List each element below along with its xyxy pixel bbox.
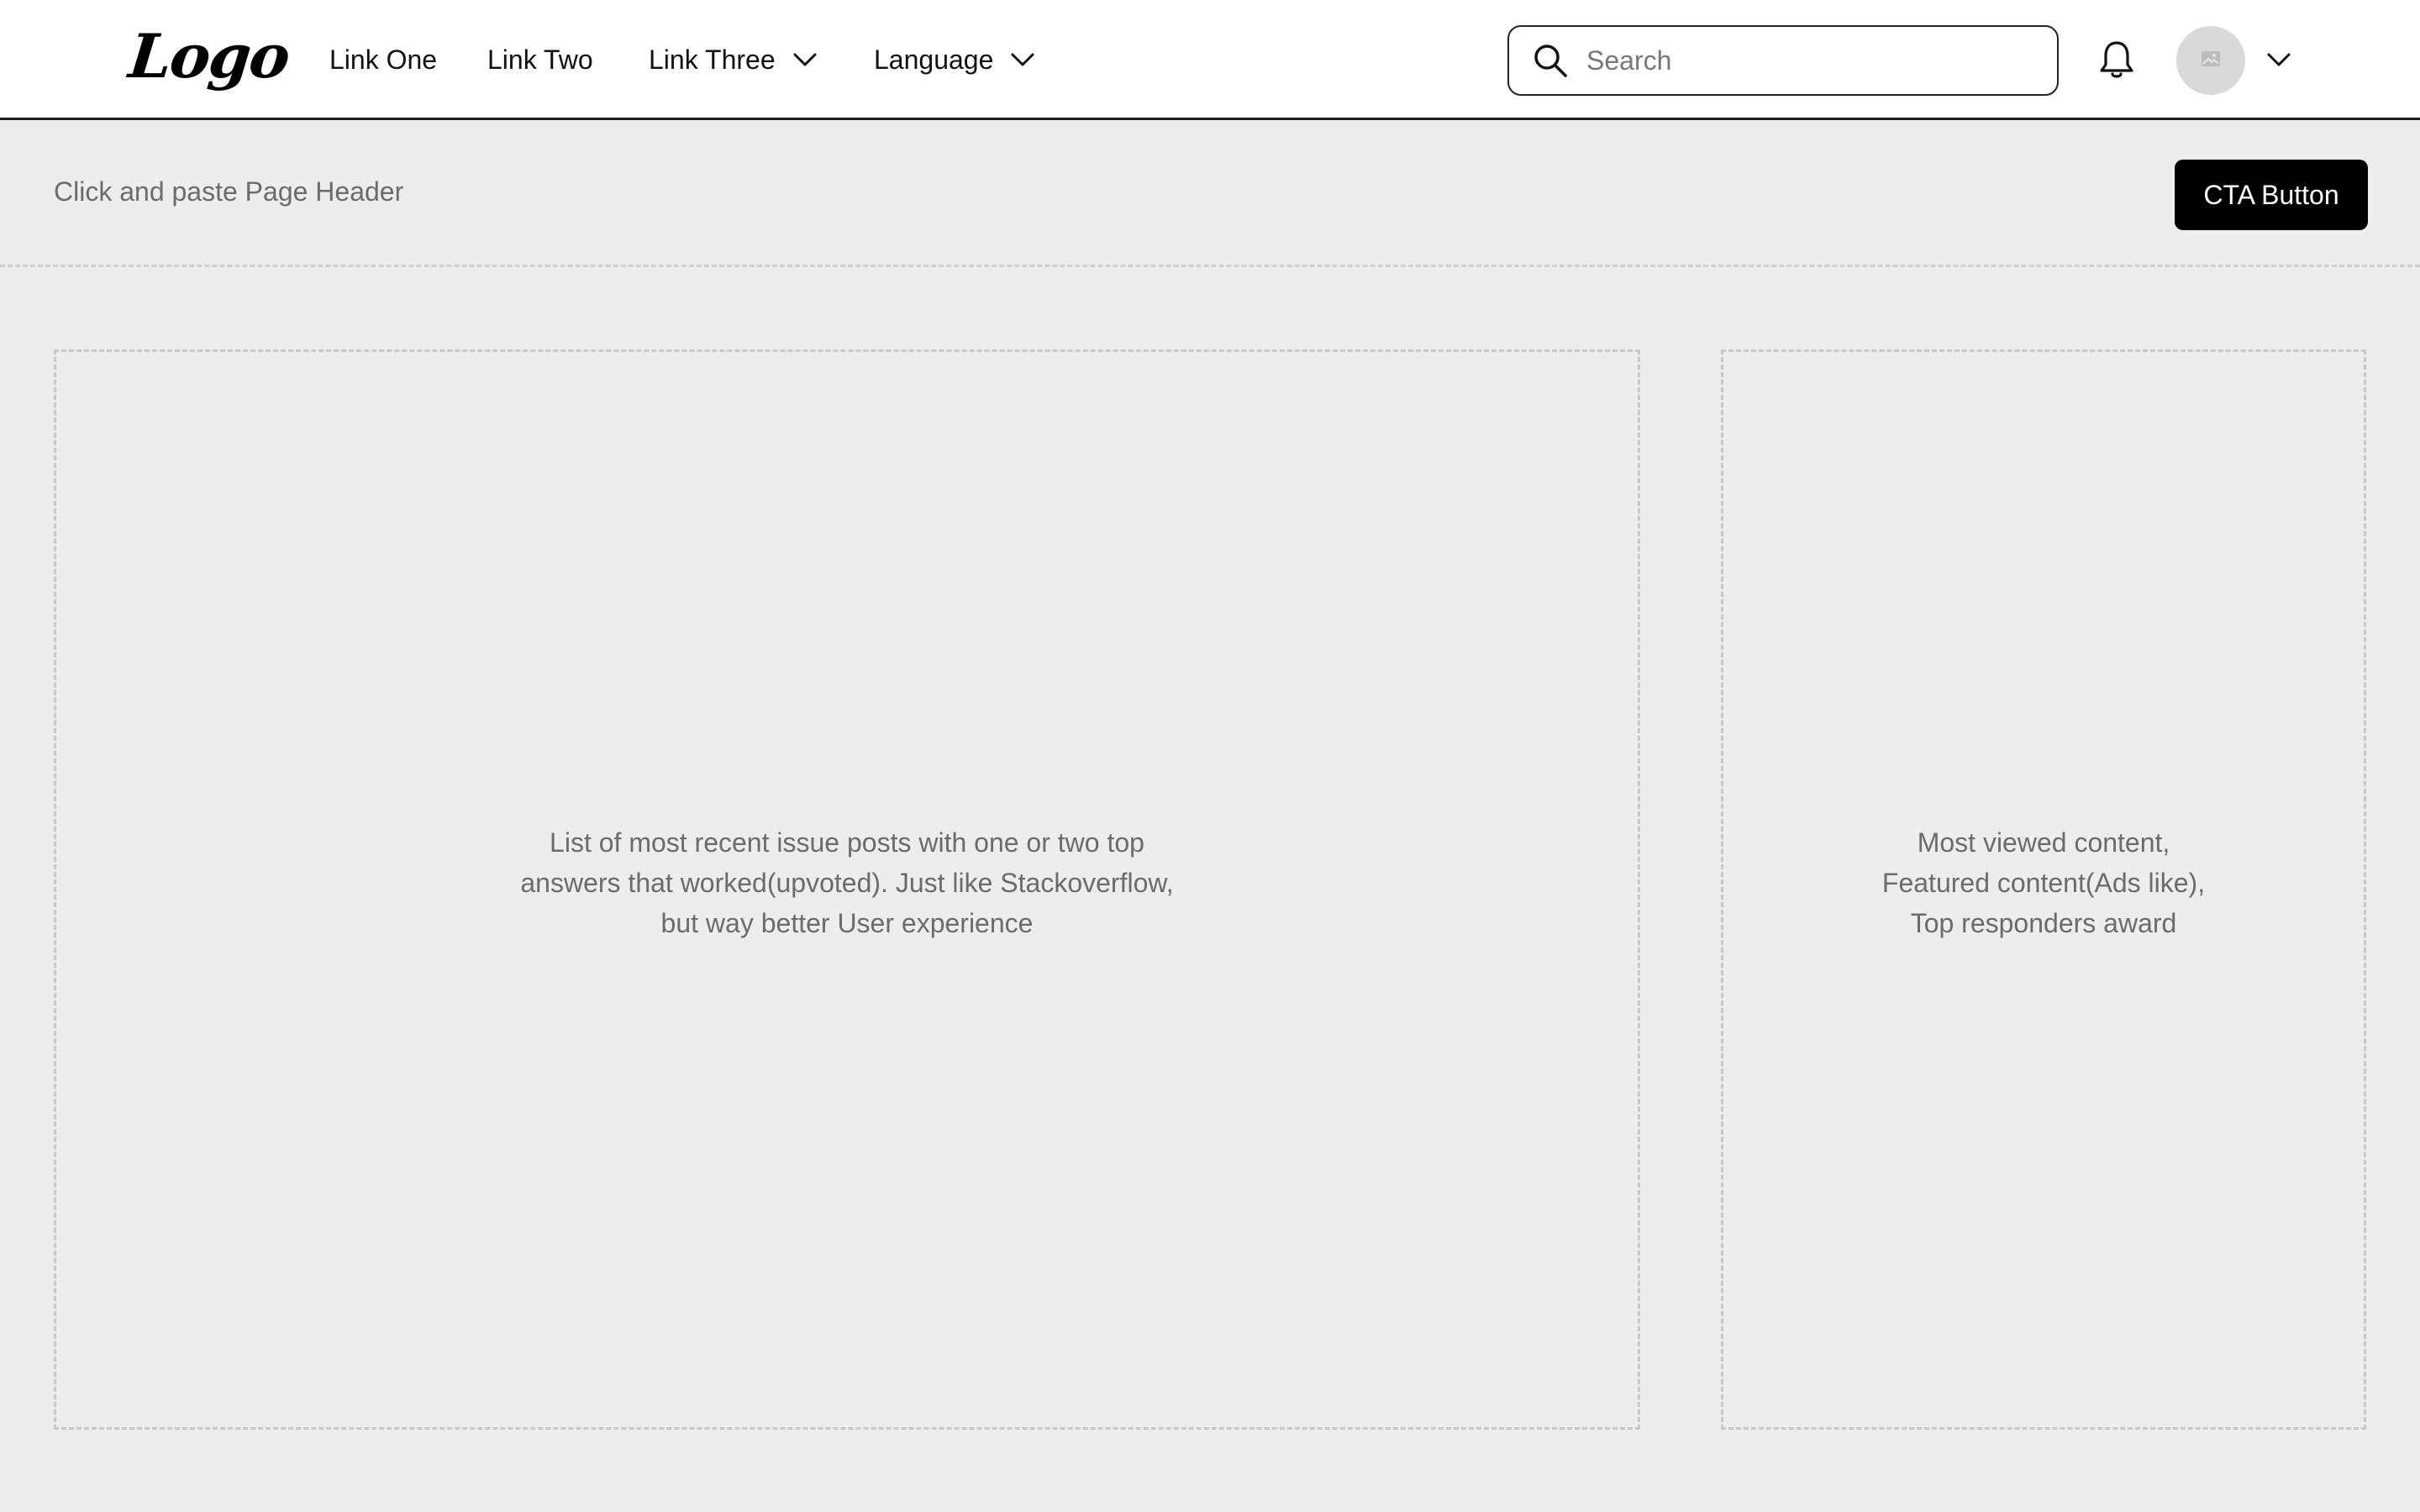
logo[interactable]: Logo [125, 18, 292, 94]
search-bar[interactable] [1507, 25, 2059, 96]
top-navigation-bar: Logo Link One Link Two Link Three Langua… [0, 0, 2420, 120]
search-input[interactable] [1586, 45, 2040, 76]
nav-link-one[interactable]: Link One [329, 37, 437, 82]
sidebar-description: Most viewed content, Featured content(Ad… [1881, 827, 2206, 938]
recent-posts-description: List of most recent issue posts with one… [520, 827, 1174, 938]
page-header: Click and paste Page Header CTA Button [0, 123, 2420, 267]
chevron-down-icon [792, 52, 818, 67]
nav-link-label: Link One [329, 44, 438, 75]
search-icon [1533, 43, 1568, 78]
recent-posts-placeholder: List of most recent issue posts with one… [54, 349, 1640, 1430]
cta-button[interactable]: CTA Button [2175, 160, 2368, 230]
chevron-down-icon [1010, 52, 1035, 67]
account-menu-chevron-icon[interactable] [2265, 51, 2292, 68]
avatar[interactable] [2176, 26, 2245, 95]
nav-link-three-dropdown[interactable]: Link Three [649, 37, 818, 82]
nav-link-label: Link Three [649, 44, 776, 75]
sidebar-placeholder: Most viewed content, Featured content(Ad… [1721, 349, 2366, 1430]
nav-link-two[interactable]: Link Two [487, 37, 593, 82]
bell-icon[interactable] [2097, 39, 2136, 81]
nav-link-label: Language [874, 44, 994, 75]
image-placeholder-icon [2201, 50, 2221, 71]
page-header-title: Click and paste Page Header [54, 176, 404, 207]
nav-link-label: Link Two [487, 44, 593, 75]
language-dropdown[interactable]: Language [874, 37, 1035, 82]
